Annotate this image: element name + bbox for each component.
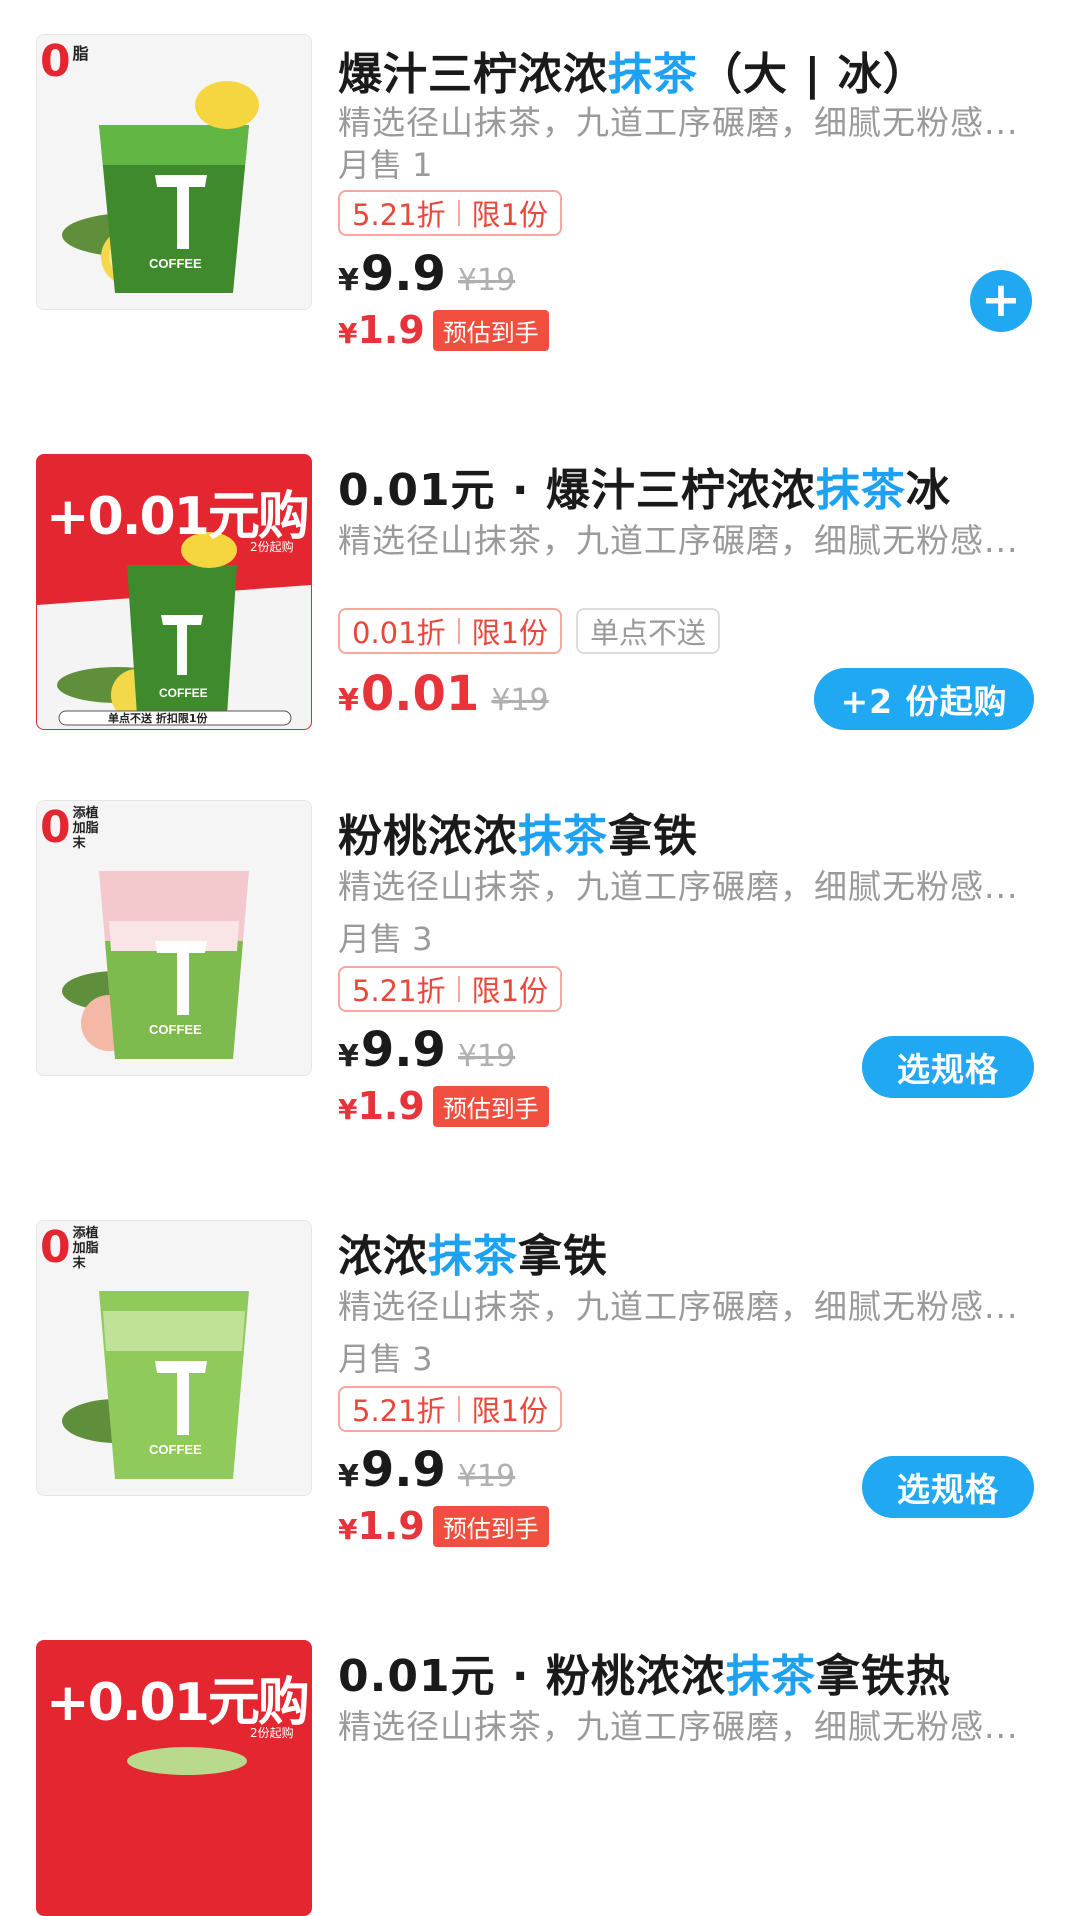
limit-text: 限1份 <box>471 616 549 650</box>
badge-text: 脂 <box>72 44 89 63</box>
original-price: ¥19 <box>457 1039 516 1074</box>
title-highlight: 抹茶 <box>608 49 698 100</box>
product-title[interactable]: 0.01元 · 粉桃浓浓抹茶拿铁热 <box>338 1640 951 1704</box>
discount-text: 5.21折 <box>352 198 446 232</box>
tag-row: 5.21折 限1份 <box>338 966 563 1012</box>
currency-symbol: ¥ <box>338 1039 359 1074</box>
promo-sublabel: 2份起购 <box>250 1726 294 1740</box>
final-price: ¥1.9 <box>338 1084 425 1128</box>
title-text: 粉桃浓浓 <box>338 811 518 862</box>
price-row: ¥ 0.01 ¥19 <box>338 666 549 722</box>
badge-text: 添植加脂末 <box>72 806 99 851</box>
discount-text: 5.21折 <box>352 974 446 1008</box>
badge-number: 0 <box>40 802 71 853</box>
product-description: 精选径山抹茶，九道工序碾磨，细腻无粉感... <box>338 1287 1019 1326</box>
product-description: 精选径山抹茶，九道工序碾磨，细腻无粉感... <box>338 867 1019 906</box>
promo-bottom-label: 单点不送 折扣限1份 <box>108 712 208 725</box>
title-suffix: 拿铁 <box>608 811 698 862</box>
select-spec-button[interactable]: 选规格 <box>862 1036 1034 1098</box>
estimate-badge: 预估到手 <box>432 309 549 351</box>
title-suffix: （大 | 冰） <box>698 49 928 100</box>
final-price: ¥1.9 <box>338 1504 425 1548</box>
product-title[interactable]: 爆汁三柠浓浓抹茶（大 | 冰） <box>338 38 928 102</box>
badge-number: 0 <box>40 1222 71 1273</box>
final-price-row: ¥1.9 预估到手 <box>338 1504 549 1548</box>
product-title[interactable]: 浓浓抹茶拿铁 <box>338 1220 608 1284</box>
price-row: ¥ 9.9 ¥19 <box>338 246 515 302</box>
discount-tag: 0.01折 限1份 <box>338 608 563 654</box>
final-price-row: ¥1.9 预估到手 <box>338 1084 549 1128</box>
final-price-row: ¥1.9 预估到手 <box>338 308 549 352</box>
title-suffix: 拿铁热 <box>815 1651 951 1702</box>
brand-text: COFFEE <box>149 1022 202 1037</box>
original-price: ¥19 <box>491 683 549 718</box>
discount-tag: 5.21折 限1份 <box>338 1386 563 1432</box>
currency-symbol: ¥ <box>338 683 359 718</box>
brand-text: COFFEE <box>159 686 208 700</box>
discount-tag: 5.21折 限1份 <box>338 190 563 236</box>
min-purchase-button[interactable]: +2 份起购 <box>814 668 1034 730</box>
no-creamer-badge: 0 添植加脂末 <box>40 1222 107 1273</box>
final-price: ¥1.9 <box>338 308 425 352</box>
product-description: 精选径山抹茶，九道工序碾磨，细腻无粉感... <box>338 103 1019 142</box>
price-row: ¥ 9.9 ¥19 <box>338 1022 515 1078</box>
tag-row: 5.21折 限1份 <box>338 190 563 236</box>
product-description: 精选径山抹茶，九道工序碾磨，细腻无粉感... <box>338 521 1019 560</box>
monthly-sales: 月售 3 <box>338 920 433 958</box>
current-price: 9.9 <box>360 246 446 302</box>
product-card[interactable]: +0.01元购 2份起购 0.01元 · 粉桃浓浓抹茶拿铁热 精选径山抹茶，九道… <box>0 1640 1080 1916</box>
plus-icon: + <box>980 272 1022 328</box>
brand-text: COFFEE <box>149 1442 202 1457</box>
badge-number: 0 <box>40 36 71 87</box>
price-row: ¥ 9.9 ¥19 <box>338 1442 515 1498</box>
monthly-sales: 月售 1 <box>338 146 433 184</box>
title-text: 0.01元 · 爆汁三柠浓浓 <box>338 465 816 516</box>
title-suffix: 拿铁 <box>518 1231 608 1282</box>
currency-symbol: ¥ <box>338 263 359 298</box>
product-card[interactable]: COFFEE 0 添植加脂末 粉桃浓浓抹茶拿铁 精选径山抹茶，九道工序碾磨，细腻… <box>0 800 1080 1160</box>
discount-text: 5.21折 <box>352 1394 446 1428</box>
title-highlight: 抹茶 <box>428 1231 518 1282</box>
title-text: 爆汁三柠浓浓 <box>338 49 608 100</box>
current-price: 9.9 <box>360 1022 446 1078</box>
estimate-badge: 预估到手 <box>432 1505 549 1547</box>
title-suffix: 冰 <box>905 465 951 516</box>
product-title[interactable]: 粉桃浓浓抹茶拿铁 <box>338 800 698 864</box>
current-price: 0.01 <box>360 666 480 722</box>
monthly-sales: 月售 3 <box>338 1340 433 1378</box>
product-card[interactable]: COFFEE 0 添植加脂末 浓浓抹茶拿铁 精选径山抹茶，九道工序碾磨，细腻无粉… <box>0 1220 1080 1580</box>
zero-fat-badge: 0 脂 <box>40 40 89 84</box>
product-card[interactable]: COFFEE +0.01元购 2份起购 单点不送 折扣限1份 0.01元 · 爆… <box>0 454 1080 734</box>
original-price: ¥19 <box>457 263 516 298</box>
current-price: 9.9 <box>360 1442 446 1498</box>
title-text: 浓浓 <box>338 1231 428 1282</box>
add-to-cart-button[interactable]: + <box>970 270 1032 332</box>
product-description: 精选径山抹茶，九道工序碾磨，细腻无粉感... <box>338 1707 1019 1746</box>
brand-text: COFFEE <box>149 256 202 271</box>
badge-text: 添植加脂末 <box>72 1226 99 1271</box>
limit-text: 限1份 <box>471 974 549 1008</box>
title-highlight: 抹茶 <box>725 1651 816 1702</box>
tag-row: 5.21折 限1份 <box>338 1386 563 1432</box>
no-creamer-badge: 0 添植加脂末 <box>40 802 107 853</box>
estimate-badge: 预估到手 <box>432 1085 549 1127</box>
promo-sublabel: 2份起购 <box>250 540 294 554</box>
product-card[interactable]: COFFEE 0 脂 爆汁三柠浓浓抹茶（大 | 冰） 精选径山抹茶，九道工序碾磨… <box>0 34 1080 394</box>
discount-tag: 5.21折 限1份 <box>338 966 563 1012</box>
currency-symbol: ¥ <box>338 1459 359 1494</box>
limit-text: 限1份 <box>471 1394 549 1428</box>
limit-text: 限1份 <box>471 198 549 232</box>
title-highlight: 抹茶 <box>518 811 608 862</box>
title-text: 0.01元 · 粉桃浓浓 <box>338 1651 726 1702</box>
no-single-delivery-tag: 单点不送 <box>576 608 721 654</box>
tag-row: 0.01折 限1份 单点不送 <box>338 608 721 654</box>
title-highlight: 抹茶 <box>815 465 906 516</box>
product-title[interactable]: 0.01元 · 爆汁三柠浓浓抹茶冰 <box>338 454 951 518</box>
discount-text: 0.01折 <box>352 616 446 650</box>
select-spec-button[interactable]: 选规格 <box>862 1456 1034 1518</box>
original-price: ¥19 <box>457 1459 516 1494</box>
